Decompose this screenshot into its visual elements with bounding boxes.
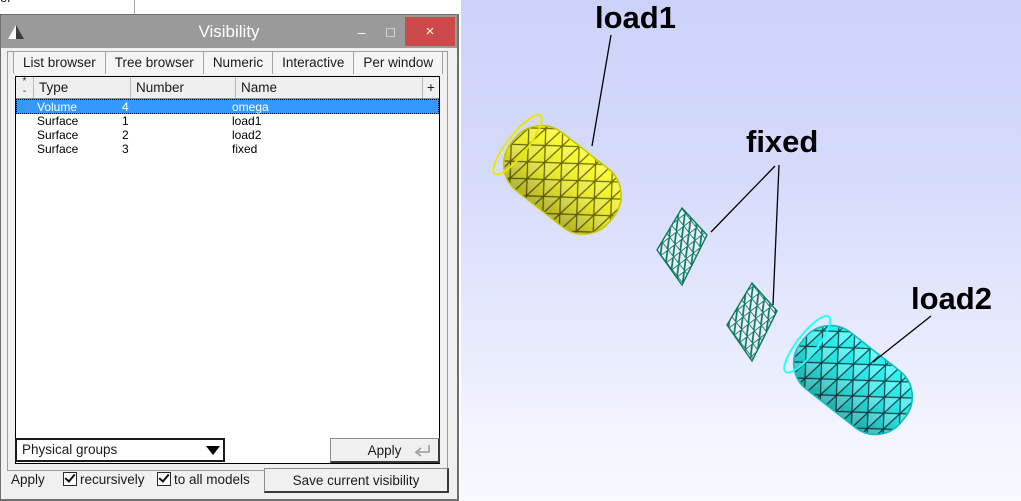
cell-type: Volume [37,100,78,114]
gmsh-3d-viewport[interactable]: load1 fixed load2 [461,0,1021,501]
maximize-button[interactable]: □ [376,17,405,46]
cell-number: 4 [122,100,129,114]
cell-name: omega [232,100,269,114]
cell-name: load1 [232,114,262,128]
checkbox-to-all-models-label: to all models [174,472,250,487]
tab-interactive[interactable]: Interactive [272,51,355,74]
load1-cylinder-mesh [492,113,622,235]
gmsh-triangle-icon [1,15,31,48]
entity-type-value: Physical groups [22,442,118,457]
select-all-toggle[interactable]: * - [16,77,34,98]
cell-number: 1 [122,114,129,128]
visibility-dialog[interactable]: Visibility – □ × List browser Tree brows… [0,14,459,501]
checkbox-recursively-box[interactable] [63,472,77,486]
table-row[interactable]: Surface 2 load2 [16,128,439,142]
tab-bar: List browser Tree browser Numeric Intera… [13,51,444,75]
minimize-button[interactable]: – [347,17,376,46]
checkbox-to-all-models[interactable]: to all models [157,469,250,491]
table-row[interactable]: Surface 1 load1 [16,114,439,128]
checkbox-recursively-label: recursively [80,472,145,487]
viewport-label-load1: load1 [595,0,676,35]
entity-list[interactable]: * - Type Number Name + Volume 4 omega Su… [15,76,440,464]
load1-leader-line [591,34,612,147]
cell-type: Surface [37,142,79,156]
column-header-number[interactable]: Number [131,77,236,98]
checkbox-recursively[interactable]: recursively [63,469,145,491]
save-button-label: Save current visibility [292,472,420,488]
close-icon[interactable]: × [405,17,455,46]
dialog-footer: Apply recursively to all models Save cur… [9,468,449,493]
cell-number: 2 [122,128,129,142]
mesh-graphics [492,34,932,436]
footer-apply-label: Apply [11,472,45,487]
fixed-surface-mesh-upper [656,206,708,287]
cell-number: 3 [122,142,129,156]
cell-type: Surface [37,128,79,142]
list-rows: Volume 4 omega Surface 1 load1 Surface 2… [16,99,439,156]
entity-type-select[interactable]: Physical groups [15,438,225,462]
table-row[interactable]: Surface 3 fixed [16,142,439,156]
add-column-button[interactable]: + [423,77,439,98]
panel-bottom-controls: Physical groups Apply [15,438,440,464]
cell-type: Surface [37,114,79,128]
fixed-leader-line-a [710,165,776,233]
apply-button[interactable]: Apply [330,438,440,463]
load2-cylinder-mesh [783,315,914,436]
dialog-client-area: List browser Tree browser Numeric Intera… [1,48,457,499]
save-current-visibility-button[interactable]: Save current visibility [264,468,449,493]
cell-name: load2 [232,128,262,142]
background-window-text: er [0,0,12,4]
column-header-name[interactable]: Name [236,77,423,98]
dialog-title-bar[interactable]: Visibility – □ × [1,15,457,48]
fixed-leader-line-b [772,164,780,306]
chevron-down-icon[interactable] [206,446,220,455]
apply-button-label: Apply [367,442,402,458]
tab-numeric[interactable]: Numeric [202,51,274,74]
fixed-surface-mesh-lower [726,281,778,363]
cell-name: fixed [232,142,258,156]
viewport-label-load2: load2 [911,281,992,316]
select-none-dash[interactable]: - [16,87,33,97]
load2-leader-line [872,315,932,363]
viewport-label-fixed: fixed [746,124,819,159]
tab-list-browser[interactable]: List browser [13,51,106,74]
table-row[interactable]: Volume 4 omega [16,99,439,114]
column-header-type[interactable]: Type [34,77,131,98]
tab-tree-browser[interactable]: Tree browser [104,51,204,74]
checkbox-to-all-models-box[interactable] [157,472,171,486]
tab-per-window[interactable]: Per window [353,51,444,74]
list-column-headers: * - Type Number Name + [16,77,439,99]
list-browser-panel: List browser Tree browser Numeric Intera… [7,51,448,471]
return-arrow-icon [414,444,430,461]
